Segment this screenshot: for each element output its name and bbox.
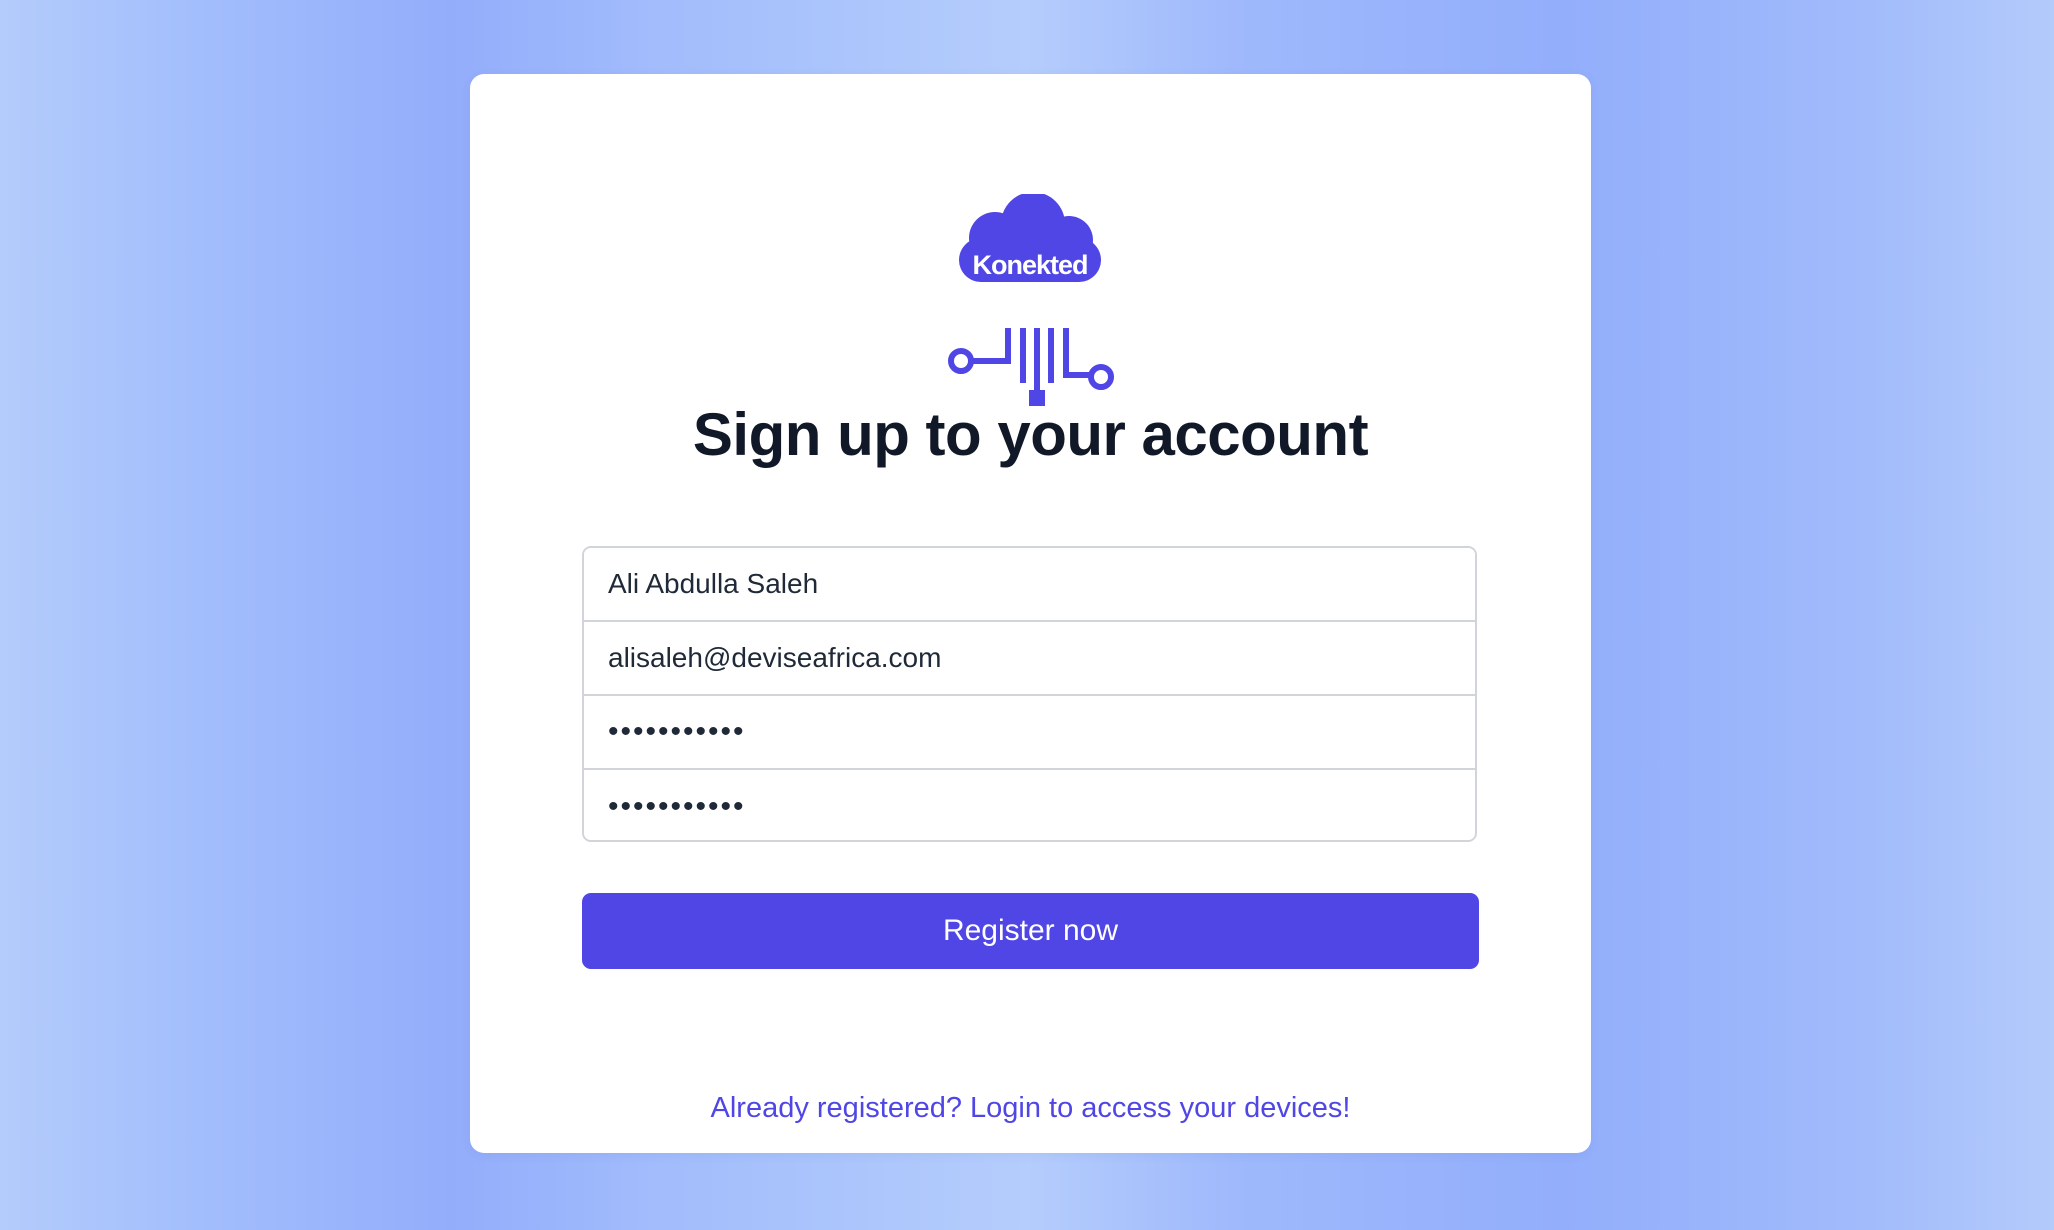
signup-card: Konekted Sign up to your account Registe… [470, 74, 1591, 1153]
signup-fields [582, 546, 1477, 842]
confirm-password-input[interactable] [584, 770, 1475, 840]
full-name-input[interactable] [584, 548, 1475, 622]
konekted-logo: Konekted [948, 194, 1114, 406]
svg-text:Konekted: Konekted [972, 250, 1087, 280]
page-title: Sign up to your account [692, 401, 1369, 468]
login-link[interactable]: Already registered? Login to access your… [470, 1092, 1591, 1125]
email-input[interactable] [584, 622, 1475, 696]
register-button[interactable]: Register now [582, 893, 1479, 969]
password-input[interactable] [584, 696, 1475, 770]
